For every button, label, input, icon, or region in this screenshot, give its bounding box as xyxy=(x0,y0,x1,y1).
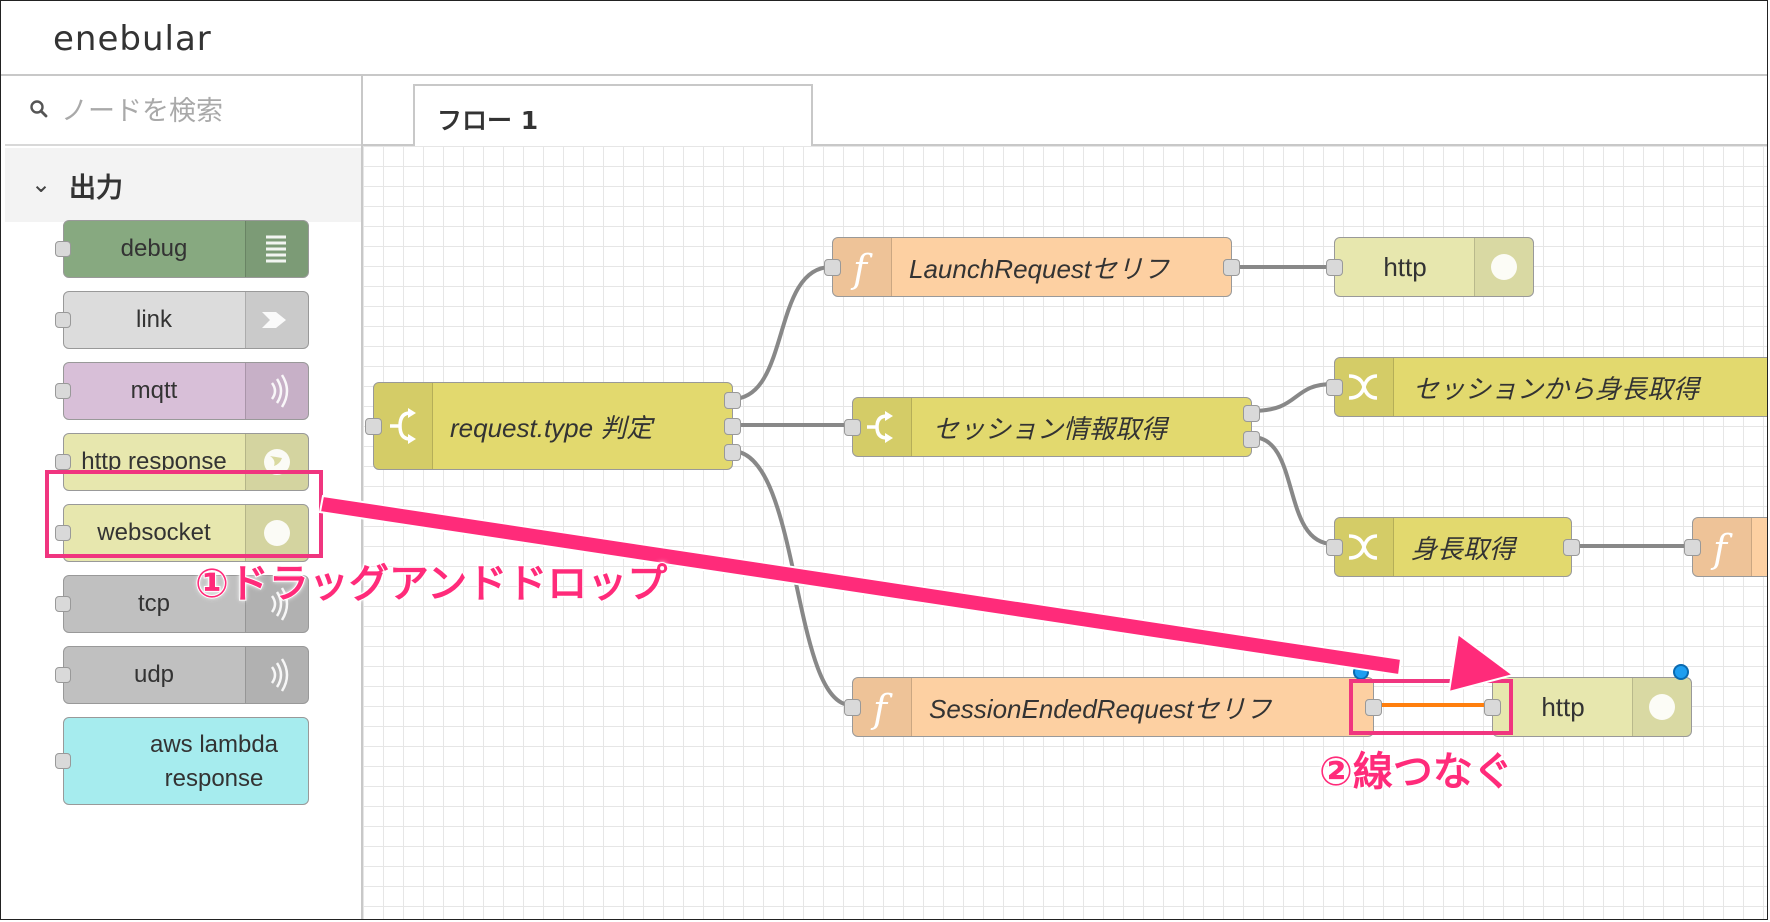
globe-icon xyxy=(1632,678,1691,736)
flow-node-switch-request-type[interactable]: request.type 判定 xyxy=(365,382,741,470)
node-label: http xyxy=(1383,251,1427,282)
globe-icon xyxy=(1474,238,1533,296)
node-label-line1: aws lambda xyxy=(149,731,279,758)
output-port[interactable] xyxy=(724,418,741,435)
output-port[interactable] xyxy=(1223,259,1240,276)
flow-node-http-response-1[interactable]: http xyxy=(1326,237,1534,297)
node-label: 身長取得 xyxy=(1411,533,1516,564)
node-label: udp xyxy=(133,661,175,688)
tab-bar: フロー 1 xyxy=(363,76,1767,148)
radio-wave-icon xyxy=(245,363,308,419)
input-port[interactable] xyxy=(824,259,841,276)
category-label: 出力 xyxy=(69,173,123,204)
output-port[interactable] xyxy=(724,392,741,409)
selection-handle[interactable] xyxy=(1673,664,1689,680)
input-port[interactable] xyxy=(1326,259,1343,276)
tab-label: フロー 1 xyxy=(437,106,539,135)
selection-handle[interactable] xyxy=(1353,664,1369,680)
node-label: SessionEndedRequestセリフ xyxy=(929,693,1272,724)
function-icon: f xyxy=(853,678,912,736)
node-label: セッション情報取得 xyxy=(933,413,1168,444)
palette-search xyxy=(5,76,361,146)
radio-wave-icon xyxy=(245,647,308,703)
output-port[interactable] xyxy=(1243,431,1260,448)
palette-node-aws-lambda-response[interactable]: aws lambda response xyxy=(55,717,309,805)
shuffle-icon xyxy=(1335,358,1394,416)
input-port[interactable] xyxy=(844,699,861,716)
input-port[interactable] xyxy=(844,419,861,436)
palette-node-link[interactable]: link xyxy=(55,291,309,349)
link-out-icon xyxy=(245,292,308,348)
node-label: http xyxy=(1541,691,1585,722)
output-port[interactable] xyxy=(1563,539,1580,556)
node-label: mqtt xyxy=(130,377,178,404)
search-icon xyxy=(30,100,48,118)
function-icon: f xyxy=(1693,518,1752,576)
highlight-box-palette-node xyxy=(45,470,323,558)
header: enebular xyxy=(1,1,1767,76)
annotation-step-1: ①ドラッグアンドドロップ xyxy=(194,560,668,608)
flow-node-switch-session[interactable]: セッション情報取得 xyxy=(844,397,1260,457)
node-label: LaunchRequestセリフ xyxy=(909,253,1170,284)
output-port[interactable] xyxy=(724,444,741,461)
svg-text:f: f xyxy=(1710,527,1733,571)
node-label: link xyxy=(135,306,172,333)
input-port[interactable] xyxy=(1326,539,1343,556)
app-logo: enebular xyxy=(53,19,212,59)
flow-node-http-response-2[interactable]: http xyxy=(1484,677,1692,737)
node-label-line2: response xyxy=(164,765,264,792)
node-label: debug xyxy=(120,235,188,262)
palette-node-udp[interactable]: udp xyxy=(55,646,309,704)
switch-icon xyxy=(374,383,433,469)
palette-node-mqtt[interactable]: mqtt xyxy=(55,362,309,420)
flow-node-function-partial[interactable]: f xyxy=(1684,517,1767,577)
output-port[interactable] xyxy=(1243,405,1260,422)
highlight-box-wire xyxy=(1349,679,1513,735)
palette-node-debug[interactable]: debug xyxy=(55,220,309,278)
shuffle-icon xyxy=(1335,518,1394,576)
flow-node-change-height[interactable]: 身長取得 xyxy=(1326,517,1580,577)
input-port[interactable] xyxy=(365,418,382,435)
app-window: enebular ⌄ 出力 debug link xyxy=(0,0,1768,920)
flow-node-function-launch-request[interactable]: f LaunchRequestセリフ xyxy=(824,237,1240,297)
input-port[interactable] xyxy=(1326,379,1343,396)
flow-node-change-session-height[interactable]: セッションから身長取得 xyxy=(1326,357,1767,417)
function-icon: f xyxy=(833,238,892,296)
annotation-step-2: ②線つなぐ xyxy=(1318,748,1514,796)
node-label: request.type 判定 xyxy=(450,412,653,443)
svg-text:f: f xyxy=(850,247,873,291)
switch-icon xyxy=(853,398,912,456)
flow-node-function-session-ended[interactable]: f SessionEndedRequestセリフ xyxy=(844,677,1382,737)
chevron-down-icon: ⌄ xyxy=(31,170,52,198)
list-icon xyxy=(245,221,308,277)
input-port[interactable] xyxy=(55,753,71,769)
node-label: aws lambda response xyxy=(124,728,304,796)
palette-category-output[interactable]: ⌄ 出力 xyxy=(5,148,361,222)
tab-flow-1[interactable]: フロー 1 xyxy=(413,84,813,148)
input-port[interactable] xyxy=(1684,539,1701,556)
svg-text:f: f xyxy=(870,687,893,731)
flow-workspace: フロー 1 xyxy=(363,76,1767,919)
search-input[interactable] xyxy=(59,90,353,132)
node-label: セッションから身長取得 xyxy=(1413,373,1700,404)
